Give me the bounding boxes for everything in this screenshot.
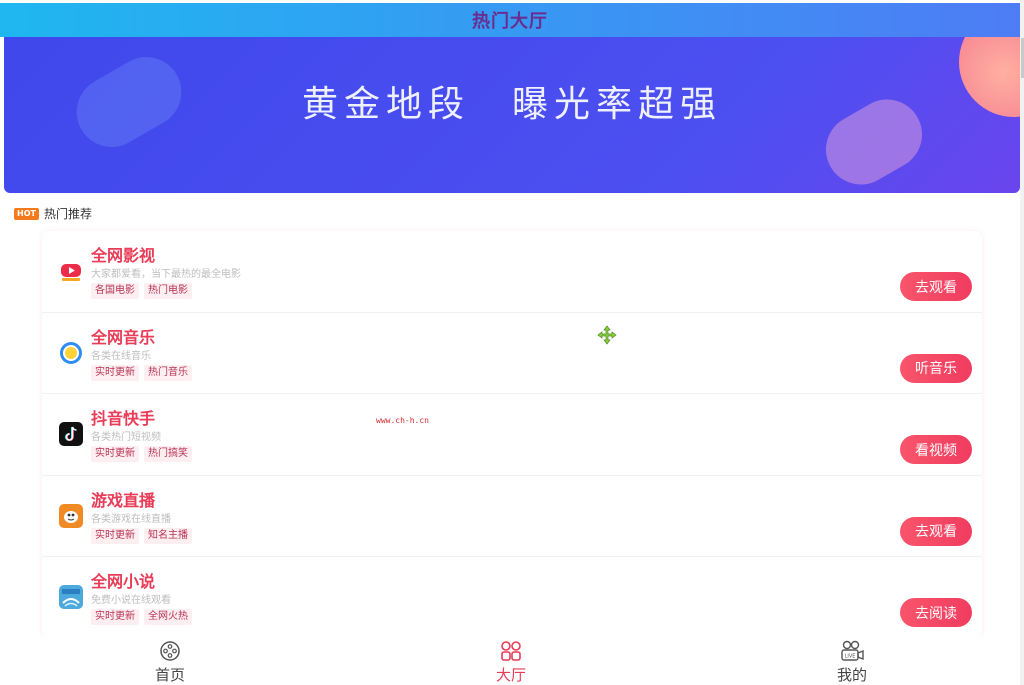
watch-button[interactable]: 去观看 xyxy=(900,272,972,301)
item-tags: 实时更新 全网火热 xyxy=(91,609,192,625)
tag: 实时更新 xyxy=(91,446,139,462)
watermark: www.ch-h.cn xyxy=(376,416,429,425)
nav-item-mine[interactable]: LIVE 我的 xyxy=(812,640,892,685)
nav-item-home[interactable]: 首页 xyxy=(130,640,210,685)
hot-badge: HOT xyxy=(14,207,39,220)
tag: 全网火热 xyxy=(144,609,192,625)
recommend-list: 全网影视 大家都爱看，当下最热的最全电影 各国电影 热门电影 去观看 全网音乐 … xyxy=(42,231,982,636)
game-live-icon xyxy=(59,503,83,528)
item-title: 全网影视 xyxy=(91,246,156,265)
list-item[interactable]: 游戏直播 各类游戏在线直播 实时更新 知名主播 去观看 xyxy=(42,476,982,557)
tag: 热门电影 xyxy=(144,283,192,299)
watch-button[interactable]: 去观看 xyxy=(900,516,972,546)
section-header: HOT 热门推荐 xyxy=(14,205,92,222)
video-play-icon xyxy=(59,259,83,283)
section-title: 热门推荐 xyxy=(43,207,92,221)
banner-text: 黄金地段 曝光率超强 xyxy=(301,84,722,125)
item-tags: 各国电影 热门电影 xyxy=(91,283,192,299)
svg-text:LIVE: LIVE xyxy=(845,654,856,660)
novel-book-icon xyxy=(59,585,83,609)
watch-video-button[interactable]: 看视频 xyxy=(900,435,972,464)
item-desc: 大家都爱看，当下最热的最全电影 xyxy=(91,269,241,280)
nav-item-hall[interactable]: 大厅 xyxy=(471,640,551,685)
tag: 热门音乐 xyxy=(144,364,192,381)
item-desc: 免费小说在线观看 xyxy=(91,595,171,606)
live-camera-icon: LIVE xyxy=(841,640,864,661)
page-title: 热门大厅 xyxy=(472,11,548,32)
item-title: 全网音乐 xyxy=(91,327,156,347)
nav-label: 首页 xyxy=(154,666,185,684)
tag: 热门搞笑 xyxy=(144,446,192,462)
tag: 实时更新 xyxy=(91,527,139,544)
film-reel-icon xyxy=(160,641,180,661)
scrollbar[interactable] xyxy=(1020,0,1024,685)
read-button[interactable]: 去阅读 xyxy=(900,598,972,627)
list-item[interactable]: 全网影视 大家都爱看，当下最热的最全电影 各国电影 热门电影 去观看 xyxy=(42,231,982,313)
music-disc-icon xyxy=(59,340,83,365)
item-tags: 实时更新 热门音乐 xyxy=(91,364,192,381)
list-item[interactable]: 全网音乐 各类在线音乐 实时更新 热门音乐 听音乐 xyxy=(42,313,982,394)
item-tags: 实时更新 热门搞笑 xyxy=(91,446,192,462)
tag: 各国电影 xyxy=(91,283,139,299)
item-tags: 实时更新 知名主播 xyxy=(91,527,192,544)
nav-label: 我的 xyxy=(836,666,867,684)
move-cursor-icon xyxy=(597,325,617,345)
item-title: 全网小说 xyxy=(91,572,156,591)
item-desc: 各类游戏在线直播 xyxy=(91,513,171,525)
bottom-nav: 首页 大厅 LIVE 我的 xyxy=(0,636,1020,685)
banner[interactable]: 黄金地段 曝光率超强 xyxy=(4,37,1020,193)
tag: 实时更新 xyxy=(91,609,139,625)
tag: 实时更新 xyxy=(91,364,139,381)
listen-button[interactable]: 听音乐 xyxy=(900,353,972,383)
tiktok-icon xyxy=(59,422,83,446)
tag: 知名主播 xyxy=(144,527,192,544)
item-title: 抖音快手 xyxy=(91,409,156,428)
list-item[interactable]: 抖音快手 各类热门短视频 实时更新 热门搞笑 看视频 xyxy=(42,394,982,476)
app-header: 热门大厅 xyxy=(0,3,1020,37)
list-item[interactable]: 全网小说 免费小说在线观看 实时更新 全网火热 去阅读 xyxy=(42,557,982,636)
item-title: 游戏直播 xyxy=(91,490,156,510)
item-desc: 各类热门短视频 xyxy=(91,432,161,443)
nav-label: 大厅 xyxy=(495,666,526,684)
item-desc: 各类在线音乐 xyxy=(91,350,151,362)
grid-icon xyxy=(501,641,521,661)
